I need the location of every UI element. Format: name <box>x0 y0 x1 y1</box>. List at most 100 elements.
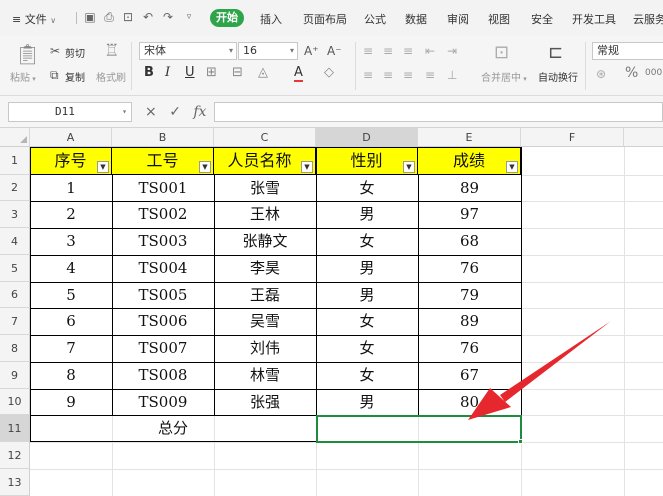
paste-icon[interactable]: 📋︎ <box>15 44 40 64</box>
cell-id[interactable]: TS006 <box>112 308 214 335</box>
distributed-icon[interactable]: ⊥ <box>447 68 457 82</box>
formula-input[interactable] <box>214 102 663 122</box>
fx-icon[interactable]: fx <box>193 104 206 120</box>
cell-name[interactable]: 林雪 <box>214 362 316 389</box>
paste-button[interactable]: 粘贴 ▾ <box>10 69 36 84</box>
cut-icon[interactable]: ✂ <box>50 44 60 58</box>
outdent-icon[interactable]: ⇤ <box>425 44 435 58</box>
tab-page-layout[interactable]: 页面布局 <box>303 11 347 27</box>
print-preview-icon[interactable]: ⊡ <box>122 11 134 23</box>
header-cell-gender[interactable]: 性别 ▼ <box>316 147 418 175</box>
underline-icon[interactable]: U <box>185 66 195 80</box>
cell-style-icon[interactable]: ⊟ <box>232 66 243 80</box>
font-name-select[interactable]: 宋体 ▾ <box>139 42 237 60</box>
clear-format-icon[interactable]: ◇ <box>324 66 334 80</box>
merge-center-button[interactable]: 合并居中 ▾ <box>481 69 527 84</box>
cell-id[interactable]: TS002 <box>112 201 214 228</box>
copy-icon[interactable]: ⧉ <box>50 68 59 82</box>
cell-gender[interactable]: 女 <box>316 335 418 362</box>
cell-seq[interactable]: 8 <box>30 362 112 389</box>
copy-button[interactable]: 复制 <box>65 69 85 84</box>
format-painter-icon[interactable]: ♖ <box>104 43 119 60</box>
row-header-9[interactable]: 9 <box>0 362 30 389</box>
cell-id[interactable]: TS008 <box>112 362 214 389</box>
align-center-icon[interactable]: ≡ <box>383 68 393 82</box>
redo-icon[interactable]: ↷ <box>162 11 174 23</box>
tab-insert[interactable]: 插入 <box>260 11 282 27</box>
increase-font-icon[interactable]: A⁺ <box>304 44 319 58</box>
cancel-icon[interactable]: × <box>145 104 157 120</box>
tab-security[interactable]: 安全 <box>531 11 553 27</box>
cell-gender[interactable]: 男 <box>316 389 418 415</box>
row-header-6[interactable]: 6 <box>0 282 30 308</box>
cell-gender[interactable]: 男 <box>316 255 418 282</box>
row-header-13[interactable]: 13 <box>0 469 30 496</box>
wrap-text-icon[interactable]: ⊏ <box>548 44 563 62</box>
file-menu[interactable]: ≡ 文件 ∨ <box>12 11 56 27</box>
quick-access-dropdown-icon[interactable]: ▿ <box>183 11 195 23</box>
cell-gender[interactable]: 男 <box>316 201 418 228</box>
align-left-icon[interactable]: ≡ <box>363 68 373 82</box>
cell-score[interactable]: 79 <box>418 282 521 308</box>
align-top-icon[interactable]: ≡ <box>363 44 373 58</box>
italic-icon[interactable]: I <box>165 66 170 80</box>
row-header-2[interactable]: 2 <box>0 175 30 201</box>
cell-gender[interactable]: 女 <box>316 362 418 389</box>
cell-id[interactable]: TS004 <box>112 255 214 282</box>
save-icon[interactable]: ▣ <box>84 11 96 23</box>
currency-icon[interactable]: ⊛ <box>596 67 606 81</box>
wrap-text-button[interactable]: 自动换行 <box>538 69 578 84</box>
bold-icon[interactable]: B <box>144 66 154 80</box>
cell-gender[interactable]: 女 <box>316 308 418 335</box>
cell-seq[interactable]: 9 <box>30 389 112 415</box>
cell-id[interactable]: TS009 <box>112 389 214 415</box>
cell-name[interactable]: 刘伟 <box>214 335 316 362</box>
header-cell-score[interactable]: 成绩 ▼ <box>418 147 521 175</box>
cell-name[interactable]: 王林 <box>214 201 316 228</box>
align-right-icon[interactable]: ≡ <box>403 68 413 82</box>
row-header-10[interactable]: 10 <box>0 389 30 415</box>
header-cell-name[interactable]: 人员名称 ▼ <box>214 147 316 175</box>
row-header-1[interactable]: 1 <box>0 147 30 175</box>
cell-name[interactable]: 王磊 <box>214 282 316 308</box>
filter-dropdown-icon[interactable]: ▼ <box>403 161 415 173</box>
cell-score[interactable]: 68 <box>418 228 521 255</box>
cell-score[interactable]: 89 <box>418 175 521 201</box>
name-box[interactable]: D11 ▾ <box>8 102 132 122</box>
cell-name[interactable]: 吴雪 <box>214 308 316 335</box>
fill-handle[interactable] <box>518 439 523 444</box>
cell-name[interactable]: 李昊 <box>214 255 316 282</box>
column-header-b[interactable]: B <box>112 128 214 147</box>
row-header-11[interactable]: 11 <box>0 415 30 442</box>
cell-seq[interactable]: 7 <box>30 335 112 362</box>
column-header-c[interactable]: C <box>214 128 316 147</box>
merge-icon[interactable]: ⊡ <box>494 44 509 62</box>
justify-icon[interactable]: ≡ <box>425 68 435 82</box>
cell-id[interactable]: TS005 <box>112 282 214 308</box>
row-header-8[interactable]: 8 <box>0 335 30 362</box>
row-header-12[interactable]: 12 <box>0 442 30 469</box>
column-header-e[interactable]: E <box>418 128 521 147</box>
cell-name[interactable]: 张雪 <box>214 175 316 201</box>
cell-score[interactable]: 76 <box>418 255 521 282</box>
tab-cloud[interactable]: 云服务 <box>633 11 663 27</box>
cut-button[interactable]: 剪切 <box>65 45 85 60</box>
cell-seq[interactable]: 6 <box>30 308 112 335</box>
borders-icon[interactable]: ⊞ <box>206 66 217 80</box>
row-header-4[interactable]: 4 <box>0 228 30 255</box>
tab-data[interactable]: 数据 <box>405 11 427 27</box>
cell-seq[interactable]: 3 <box>30 228 112 255</box>
filter-dropdown-icon[interactable]: ▼ <box>506 161 518 173</box>
font-size-select[interactable]: 16 ▾ <box>238 42 298 60</box>
cell-gender[interactable]: 女 <box>316 228 418 255</box>
header-cell-id[interactable]: 工号 ▼ <box>112 147 214 175</box>
format-painter-button[interactable]: 格式刷 <box>96 69 126 84</box>
tab-view[interactable]: 视图 <box>488 11 510 27</box>
cell-gender[interactable]: 女 <box>316 175 418 201</box>
cell-name[interactable]: 张静文 <box>214 228 316 255</box>
print-icon[interactable]: ⎙ <box>103 11 115 23</box>
indent-icon[interactable]: ⇥ <box>447 44 457 58</box>
font-color-icon[interactable]: A <box>294 66 303 82</box>
filter-dropdown-icon[interactable]: ▼ <box>301 161 313 173</box>
cell-seq[interactable]: 4 <box>30 255 112 282</box>
